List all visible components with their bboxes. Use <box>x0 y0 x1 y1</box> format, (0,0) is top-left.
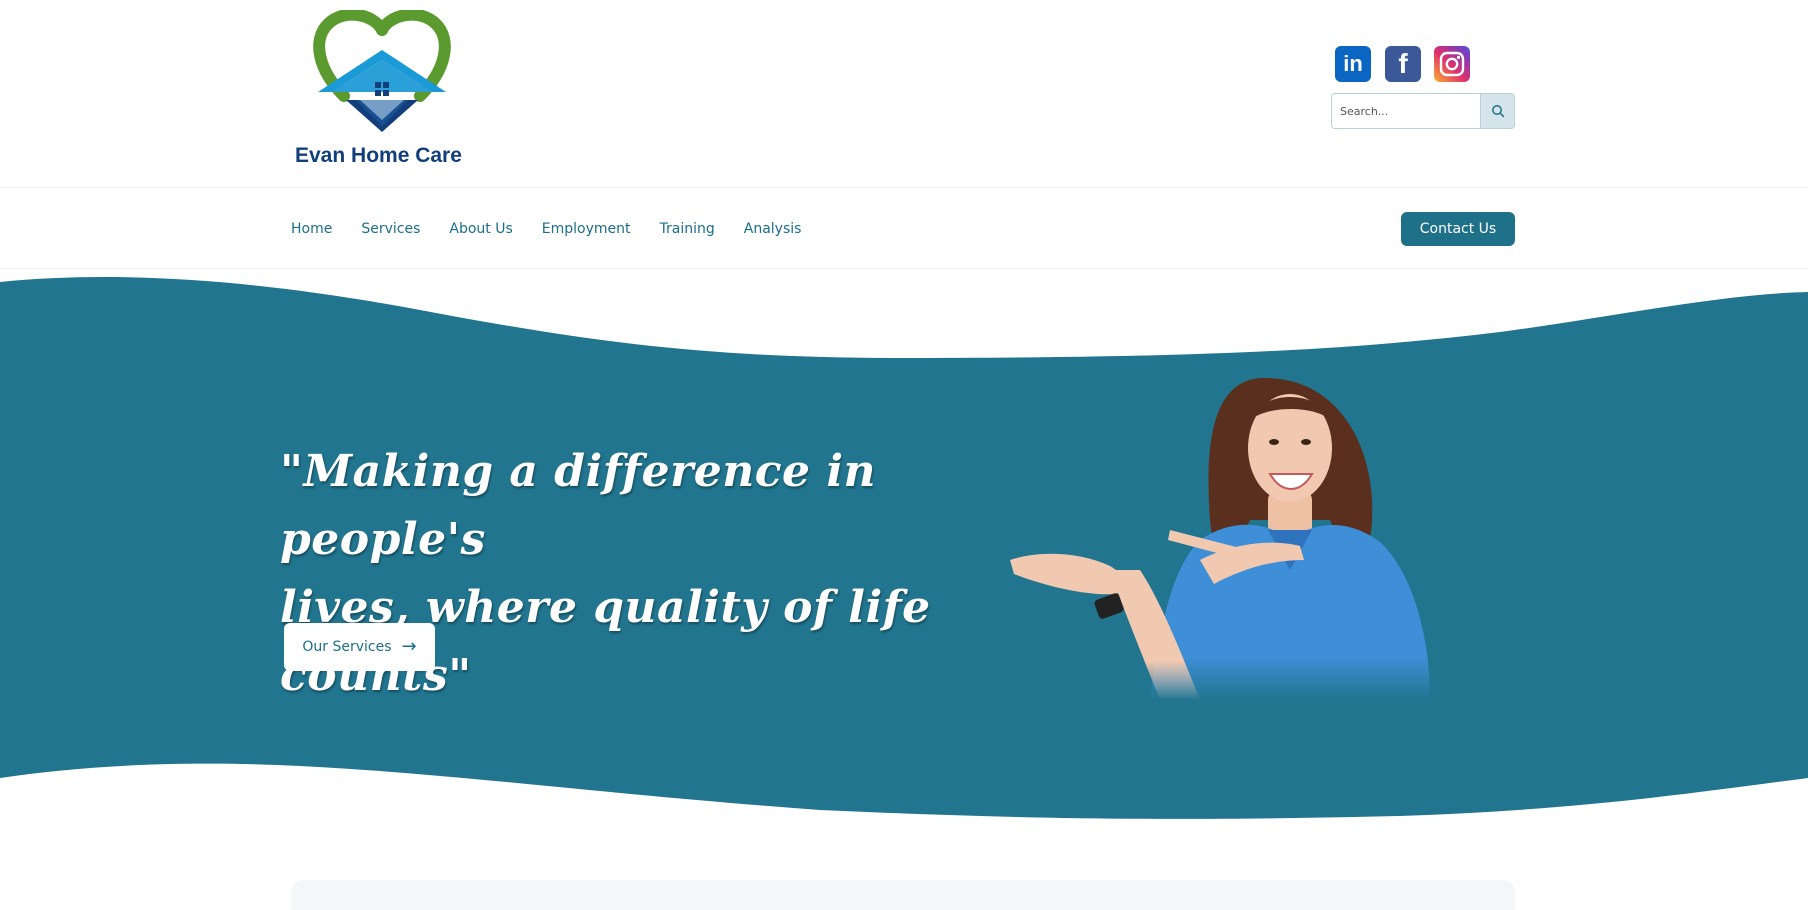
arrow-right-icon: → <box>401 636 417 657</box>
page: Evan Home Care in f Search... Home Servi… <box>0 0 1808 910</box>
linkedin-glyph: in <box>1343 51 1363 76</box>
our-services-button[interactable]: Our Services → <box>284 623 435 671</box>
instagram-icon[interactable] <box>1434 46 1470 82</box>
instagram-glyph-icon <box>1439 51 1465 77</box>
nav-item-about-us[interactable]: About Us <box>449 221 512 237</box>
our-services-label: Our Services <box>302 639 392 655</box>
hero-section: "Making a difference in people's lives, … <box>0 270 1808 830</box>
nav-item-analysis[interactable]: Analysis <box>744 221 802 237</box>
content-card <box>291 880 1515 910</box>
top-header: Evan Home Care in f <box>0 0 1808 188</box>
nav-links: Home Services About Us Employment Traini… <box>291 188 830 269</box>
search-button[interactable] <box>1480 94 1514 128</box>
search-box <box>1331 93 1515 129</box>
linkedin-icon[interactable]: in <box>1335 46 1371 82</box>
logo-text: Evan Home Care <box>295 144 462 167</box>
facebook-icon[interactable]: f <box>1385 46 1421 82</box>
hero-quote-line-1: "Making a difference in people's <box>280 446 877 565</box>
contact-us-button[interactable]: Contact Us <box>1401 212 1515 246</box>
nav-item-employment[interactable]: Employment <box>542 221 631 237</box>
nav-item-training[interactable]: Training <box>660 221 715 237</box>
logo[interactable]: Evan Home Care <box>292 10 472 167</box>
nurse-photo <box>1010 377 1430 700</box>
logo-house-heart-icon <box>313 10 451 132</box>
facebook-glyph: f <box>1398 48 1408 79</box>
nav-item-services[interactable]: Services <box>361 221 420 237</box>
search-icon <box>1491 105 1504 118</box>
search-input[interactable] <box>1332 94 1480 128</box>
main-nav: Home Services About Us Employment Traini… <box>0 188 1808 269</box>
nav-item-home[interactable]: Home <box>291 221 332 237</box>
